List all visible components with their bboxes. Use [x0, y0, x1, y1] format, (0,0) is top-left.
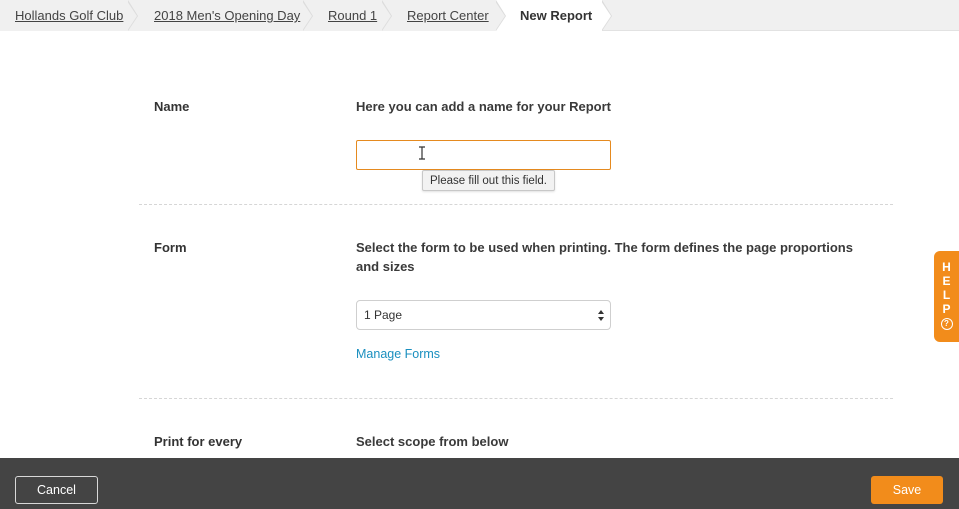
- print-for-every-label: Print for every: [154, 434, 243, 449]
- help-letter: L: [942, 288, 951, 302]
- save-button[interactable]: Save: [871, 476, 943, 504]
- report-name-input[interactable]: [356, 140, 611, 170]
- breadcrumb-label[interactable]: 2018 Men's Opening Day: [154, 8, 300, 23]
- breadcrumb-item-new-report: New Report: [496, 0, 612, 31]
- form-select-value: 1 Page: [364, 308, 403, 322]
- question-circle-icon: ?: [940, 318, 953, 330]
- validation-tooltip: Please fill out this field.: [422, 170, 555, 191]
- breadcrumb-label: New Report: [520, 8, 593, 23]
- section-divider: [139, 398, 893, 399]
- breadcrumb-label[interactable]: Report Center: [407, 8, 489, 23]
- help-tab[interactable]: H E L P ?: [934, 251, 959, 342]
- name-description: Here you can add a name for your Report: [356, 99, 612, 114]
- breadcrumb-separator: [381, 0, 392, 31]
- cancel-button[interactable]: Cancel: [15, 476, 98, 504]
- breadcrumb-label[interactable]: Round 1: [328, 8, 377, 23]
- section-divider: [139, 204, 893, 205]
- form-label: Form: [154, 240, 187, 255]
- breadcrumb-separator: [127, 0, 138, 31]
- breadcrumb-item-round[interactable]: Round 1: [303, 0, 392, 31]
- form-description: Select the form to be used when printing…: [356, 240, 853, 274]
- print-for-every-description: Select scope from below: [356, 434, 509, 449]
- help-letter: P: [942, 302, 951, 316]
- breadcrumb: Hollands Golf Club 2018 Men's Opening Da…: [0, 0, 959, 31]
- breadcrumb-label[interactable]: Hollands Golf Club: [15, 8, 123, 23]
- breadcrumb-separator: [495, 0, 506, 31]
- help-letter: E: [942, 274, 951, 288]
- help-letter: H: [942, 260, 951, 274]
- select-arrows-icon: [598, 310, 604, 321]
- text-cursor-icon: [419, 146, 425, 160]
- manage-forms-link[interactable]: Manage Forms: [356, 347, 440, 361]
- breadcrumb-item-report-center[interactable]: Report Center: [382, 0, 506, 31]
- breadcrumb-item-club[interactable]: Hollands Golf Club: [0, 0, 138, 31]
- breadcrumb-separator: [302, 0, 313, 31]
- name-label: Name: [154, 99, 190, 114]
- form-select[interactable]: 1 Page: [356, 300, 611, 330]
- footer-bar: Cancel Save: [0, 458, 959, 509]
- breadcrumb-item-event[interactable]: 2018 Men's Opening Day: [128, 0, 313, 31]
- breadcrumb-separator: [601, 0, 612, 31]
